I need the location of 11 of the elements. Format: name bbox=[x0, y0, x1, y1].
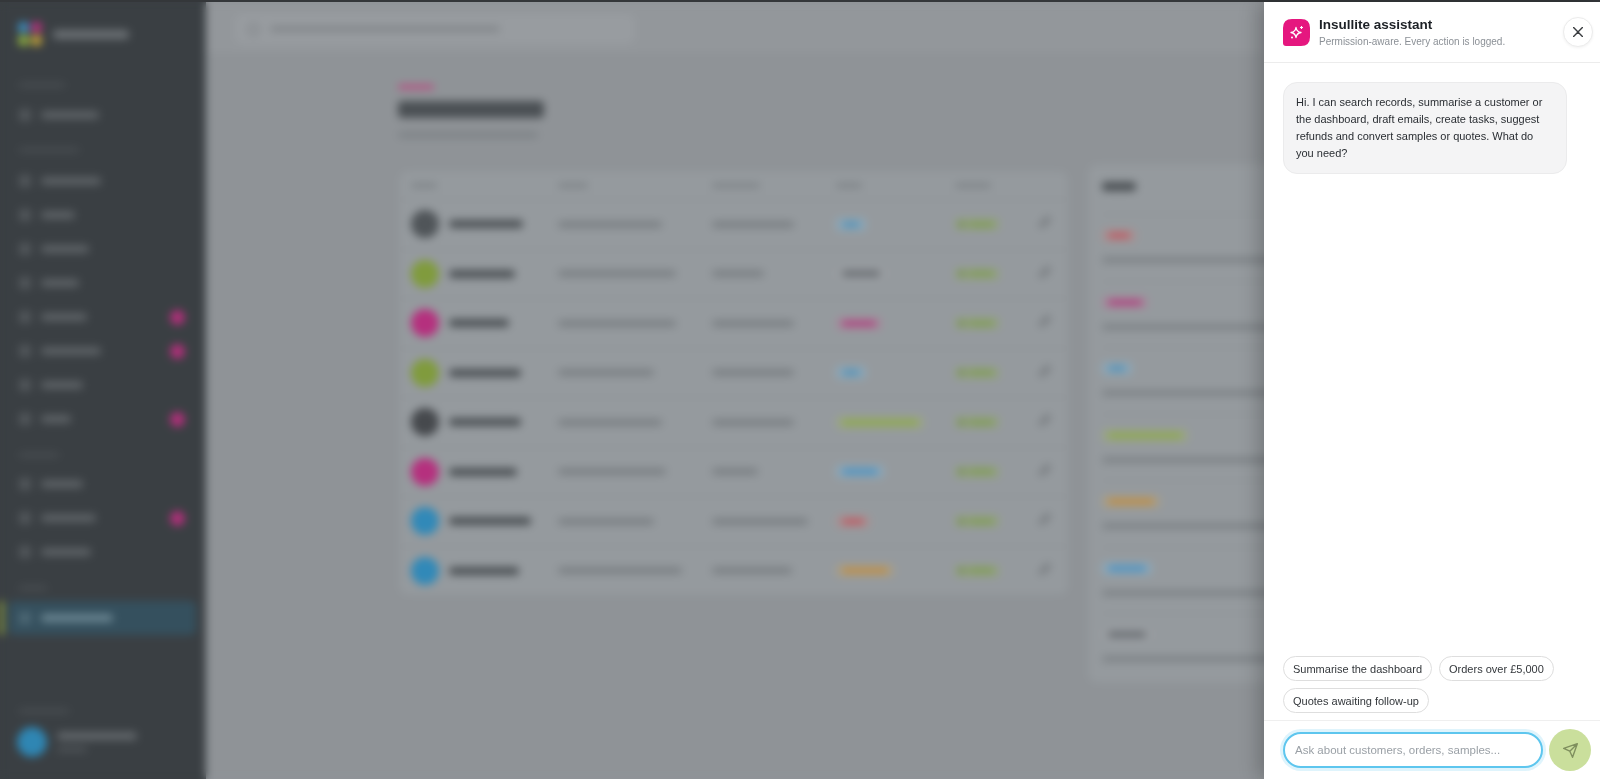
message-input[interactable]: Ask about customers, orders, samples... bbox=[1283, 732, 1543, 768]
suggestion-chip[interactable]: Orders over £5,000 bbox=[1439, 656, 1554, 681]
send-icon bbox=[1562, 742, 1578, 758]
sparkle-icon bbox=[1283, 18, 1310, 46]
suggestion-chip[interactable]: Summarise the dashboard bbox=[1283, 656, 1432, 681]
assistant-title: Insullite assistant bbox=[1319, 17, 1433, 32]
close-icon bbox=[1573, 27, 1583, 37]
chat-message: Hi. I can search records, summarise a customer or the dashboard, draft emails, create tasks, suggest refunds and convert samples or quotes. What do you need? bbox=[1283, 82, 1567, 174]
suggestion-chip[interactable]: Quotes awaiting follow-up bbox=[1283, 688, 1429, 713]
close-button[interactable] bbox=[1563, 17, 1593, 47]
assistant-subtitle: Permission-aware. Every action is logged. bbox=[1319, 36, 1506, 47]
